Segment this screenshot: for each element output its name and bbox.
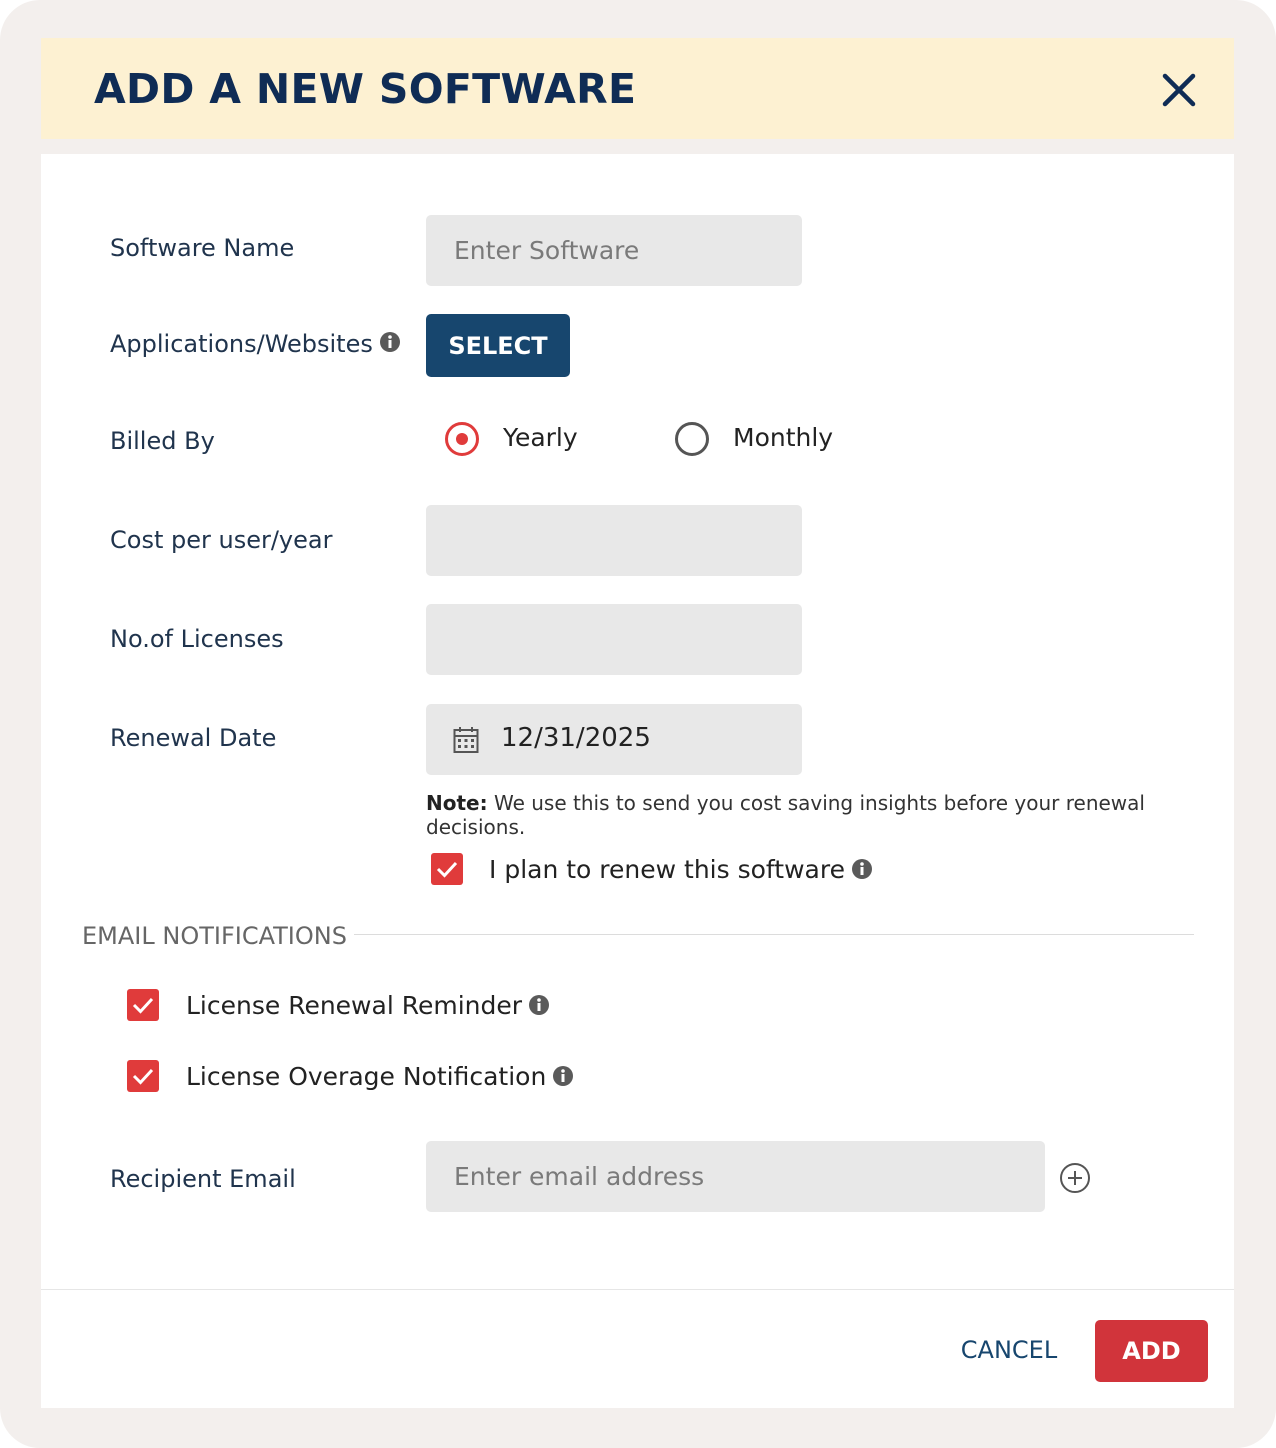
radio-monthly[interactable] (675, 422, 709, 456)
email-notifications-title: EMAIL NOTIFICATIONS (82, 922, 347, 950)
info-icon[interactable] (851, 857, 873, 886)
cost-label: Cost per user/year (110, 526, 333, 554)
plan-to-renew-label: I plan to renew this software (489, 855, 873, 886)
plan-to-renew-checkbox[interactable] (431, 853, 463, 885)
footer-divider (41, 1289, 1234, 1290)
overage-notification-text: License Overage Notification (186, 1062, 547, 1091)
info-icon[interactable] (552, 1064, 574, 1093)
software-name-label: Software Name (110, 234, 295, 262)
applications-label-text: Applications/Websites (110, 330, 373, 358)
outer-frame: ADD A NEW SOFTWARE Software Name Applica… (0, 0, 1276, 1448)
overage-notification-checkbox[interactable] (127, 1060, 159, 1092)
info-icon[interactable] (528, 993, 550, 1022)
section-divider (354, 934, 1194, 935)
add-software-dialog: ADD A NEW SOFTWARE Software Name Applica… (41, 38, 1234, 1408)
radio-monthly-label: Monthly (733, 423, 834, 452)
recipient-email-label: Recipient Email (110, 1165, 296, 1193)
recipient-email-input[interactable] (426, 1141, 1045, 1212)
renewal-reminder-text: License Renewal Reminder (186, 991, 523, 1020)
add-button[interactable]: ADD (1095, 1320, 1208, 1382)
cancel-button[interactable]: CANCEL (941, 1325, 1077, 1375)
renewal-date-input[interactable]: 12/31/2025 (426, 704, 802, 775)
renewal-note: Note: We use this to send you cost savin… (426, 791, 1234, 839)
overage-notification-label: License Overage Notification (186, 1062, 574, 1093)
note-prefix: Note: (426, 791, 488, 815)
dialog-header: ADD A NEW SOFTWARE (41, 38, 1234, 139)
licenses-label: No.of Licenses (110, 625, 284, 653)
software-name-input[interactable] (426, 215, 802, 286)
renewal-date-label: Renewal Date (110, 724, 277, 752)
renewal-date-value: 12/31/2025 (501, 723, 651, 753)
licenses-input[interactable] (426, 604, 802, 675)
select-applications-button[interactable]: SELECT (426, 314, 570, 377)
applications-label: Applications/Websites (110, 330, 401, 359)
dialog-title: ADD A NEW SOFTWARE (94, 65, 637, 113)
cost-input[interactable] (426, 505, 802, 576)
add-email-icon[interactable] (1059, 1162, 1091, 1194)
billed-by-label: Billed By (110, 427, 215, 455)
plan-to-renew-text: I plan to renew this software (489, 855, 845, 884)
info-icon[interactable] (379, 331, 401, 359)
renewal-reminder-checkbox[interactable] (127, 989, 159, 1021)
header-divider (41, 139, 1234, 154)
calendar-icon[interactable] (453, 726, 479, 759)
radio-yearly-label: Yearly (503, 423, 578, 452)
renewal-reminder-label: License Renewal Reminder (186, 991, 550, 1022)
note-text: We use this to send you cost saving insi… (426, 791, 1145, 839)
close-icon[interactable] (1157, 68, 1201, 112)
radio-yearly[interactable] (445, 422, 479, 456)
